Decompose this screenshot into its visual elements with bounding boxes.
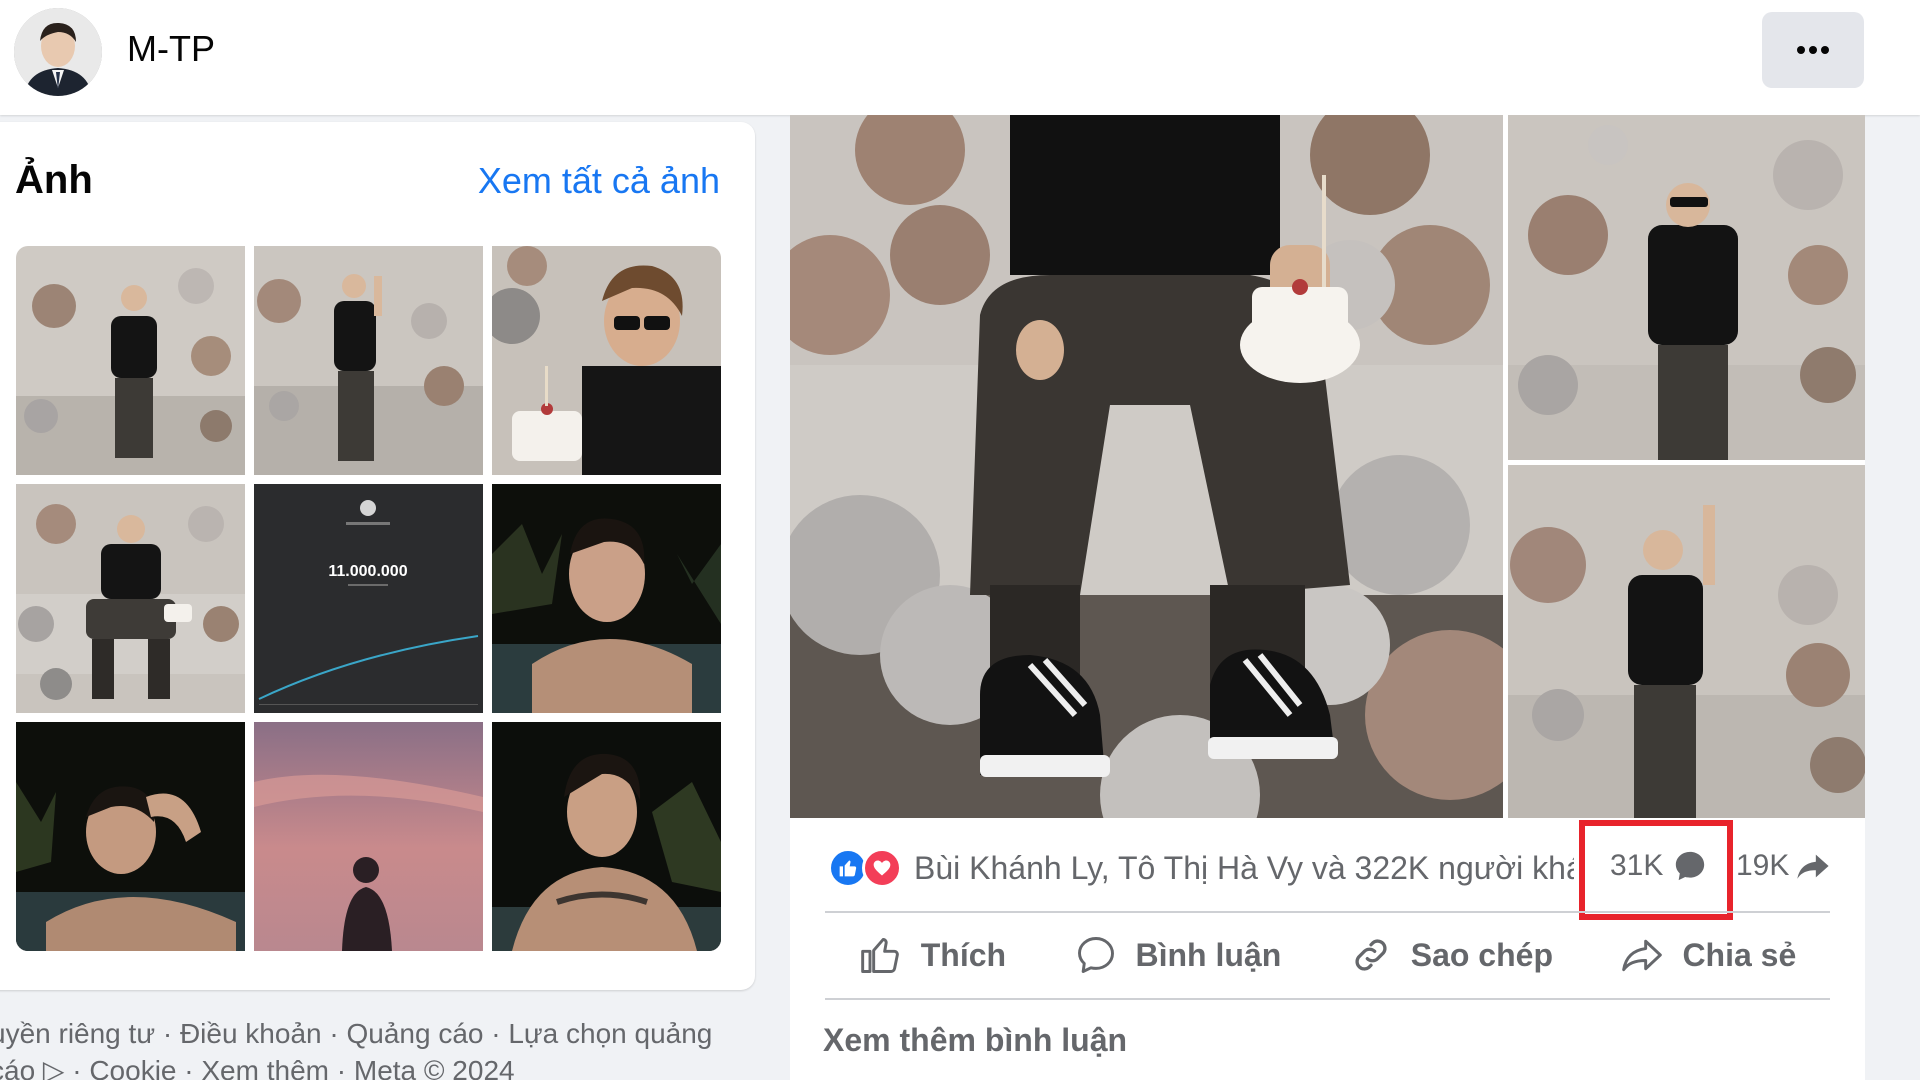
photo-thumbnail[interactable]: 11.000.000 — [254, 484, 483, 713]
comment-button[interactable]: Bình luận — [1074, 933, 1282, 977]
share-icon — [1622, 939, 1663, 972]
share-count[interactable]: 19K — [1736, 849, 1831, 883]
page-avatar[interactable] — [14, 8, 102, 96]
photo-thumbnail[interactable] — [254, 722, 483, 951]
view-more-comments-link[interactable]: Xem thêm bình luận — [823, 1022, 1127, 1059]
photo-night-tattoo — [492, 722, 721, 951]
comment-count-highlight — [1579, 820, 1733, 920]
photos-card: Ảnh Xem tất cả ảnh 11.000.000 — [0, 122, 755, 990]
link-icon — [1355, 939, 1387, 971]
photo-thumbnail[interactable] — [16, 246, 245, 475]
post-side-photo-2[interactable] — [1508, 465, 1865, 818]
photo-thumbnail[interactable] — [16, 722, 245, 951]
photo-cake-sunglasses — [492, 246, 721, 475]
page-header: M-TP — [0, 0, 1920, 115]
photo-thumbnail[interactable] — [492, 246, 721, 475]
copy-link-button[interactable]: Sao chép — [1349, 933, 1553, 977]
avatar-image — [14, 8, 102, 96]
birthday-sitting-photo — [790, 115, 1503, 818]
divider-bottom — [825, 998, 1830, 1000]
footer-line-1[interactable]: uyền riêng tư · Điều khoản · Quảng cáo ·… — [0, 1015, 750, 1052]
birthday-standing-photo — [1508, 115, 1865, 460]
photos-title: Ảnh — [15, 158, 93, 202]
more-dots-icon — [1797, 46, 1829, 54]
footer-line-2[interactable]: cáo ▷ · Cookie · Xem thêm · Meta © 2024 — [0, 1052, 750, 1080]
post-action-bar: Thích Bình luận Sao chép Chia sẻ — [825, 920, 1830, 990]
photo-milestone-screenshot: 11.000.000 — [254, 484, 483, 713]
photo-thumbnail[interactable] — [492, 722, 721, 951]
photo-sitting-with-cake — [16, 484, 245, 713]
love-reaction-icon — [862, 848, 902, 888]
share-label: Chia sẻ — [1682, 936, 1797, 973]
footer-links: uyền riêng tư · Điều khoản · Quảng cáo ·… — [0, 1015, 750, 1080]
comment-icon — [1077, 937, 1114, 973]
share-arrow-icon — [1797, 854, 1829, 879]
post-main-photo[interactable] — [790, 115, 1503, 818]
more-options-button[interactable] — [1762, 12, 1864, 88]
copy-label: Sao chép — [1410, 936, 1553, 973]
milestone-number: 11.000.000 — [328, 563, 407, 580]
see-all-photos-link[interactable]: Xem tất cả ảnh — [478, 160, 720, 202]
like-label: Thích — [920, 936, 1007, 973]
photo-pool-hand-on-head — [16, 722, 245, 951]
photo-pool-night — [492, 484, 721, 713]
page-name[interactable]: M-TP — [127, 28, 215, 70]
photo-sunset-silhouette — [254, 722, 483, 951]
birthday-raising-hand-photo — [1508, 465, 1865, 818]
comment-label: Bình luận — [1135, 936, 1282, 973]
thumbs-up-icon — [860, 937, 899, 973]
photo-balloons-raising-hand — [254, 246, 483, 475]
photo-balloons-standing — [16, 246, 245, 475]
like-button[interactable]: Thích — [859, 933, 1006, 977]
divider-top — [825, 911, 1830, 913]
post-side-photo-1[interactable] — [1508, 115, 1865, 460]
photo-grid: 11.000.000 — [16, 246, 721, 951]
photo-thumbnail[interactable] — [254, 246, 483, 475]
reactors-text[interactable]: Bùi Khánh Ly, Tô Thị Hà Vy và 322K người… — [914, 850, 1574, 887]
share-button[interactable]: Chia sẻ — [1620, 933, 1796, 977]
photo-thumbnail[interactable] — [492, 484, 721, 713]
photo-thumbnail[interactable] — [16, 484, 245, 713]
share-count-label: 19K — [1736, 849, 1790, 882]
